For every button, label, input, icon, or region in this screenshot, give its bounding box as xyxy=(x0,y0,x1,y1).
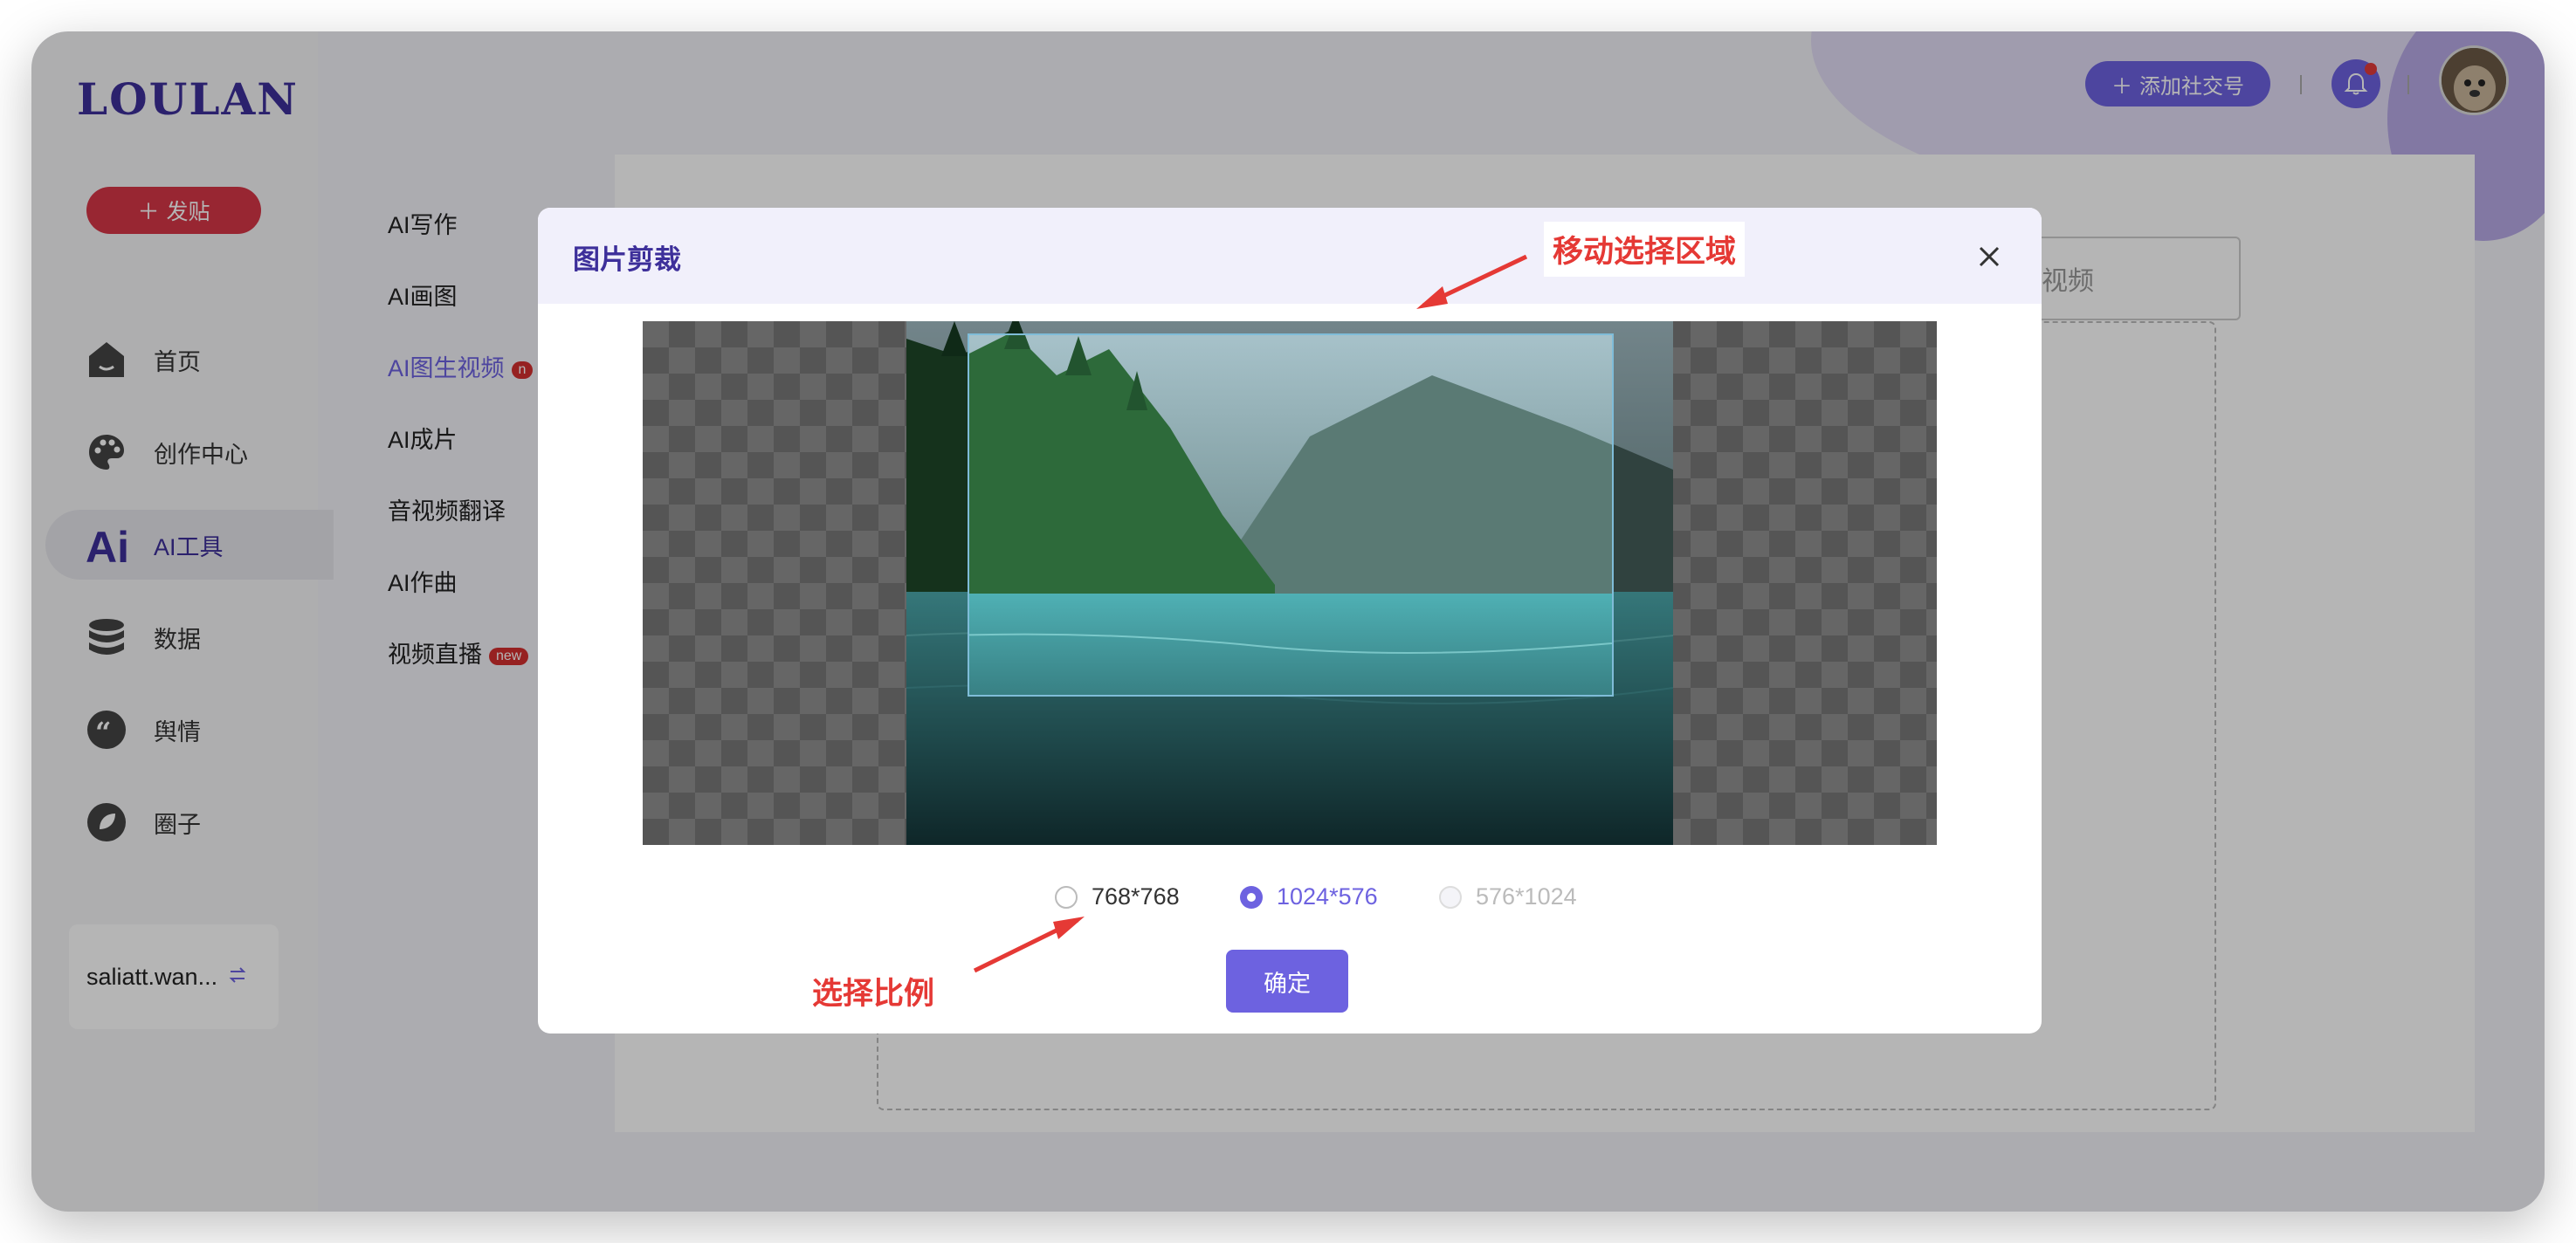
arrow-head-icon xyxy=(1416,286,1448,309)
app-window: LOULAN ＋ 发贴 首页 创作中心 Ai AI工具 数据 “ 舆情 圈子 s… xyxy=(31,31,2545,1212)
arrow-head-icon xyxy=(1053,917,1085,939)
annotation-arrows xyxy=(973,254,1528,973)
